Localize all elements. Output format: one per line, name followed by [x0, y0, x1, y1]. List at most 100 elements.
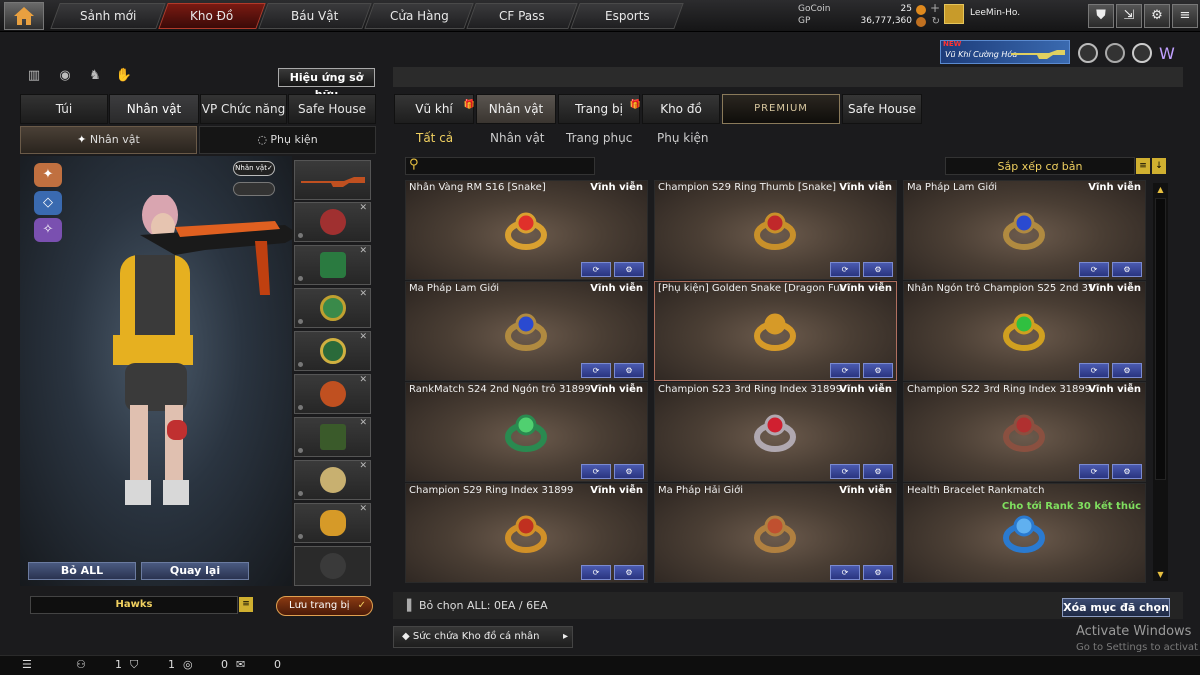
item-settings-icon[interactable]: ⚙ — [1112, 262, 1142, 277]
item-card[interactable]: Nhẫn Ngón trỏ Champion S25 2nd 31 Vĩnh vi… — [903, 281, 1146, 381]
close-icon[interactable]: ✕ — [359, 504, 367, 514]
item-card[interactable]: Ma Pháp Lam Giới Vĩnh viễn ⟳ ⚙ — [405, 281, 648, 381]
promo-banner[interactable]: NEW Vũ Khí Cường Hóa — [940, 40, 1070, 64]
left-tab-safe-house[interactable]: Safe House — [288, 94, 376, 124]
wing-icon[interactable]: ✧ — [34, 218, 62, 242]
item-card[interactable]: Health Bracelet Rankmatch Cho tới Rank 30… — [903, 483, 1146, 583]
gift-transfer-icon[interactable]: ⟳ — [1079, 262, 1109, 277]
item-card[interactable]: Champion S23 3rd Ring Index 31899 Vĩnh vi… — [654, 382, 897, 482]
event-icon-1[interactable] — [1078, 43, 1098, 63]
sort-direction-icon[interactable]: ↓ — [1152, 158, 1166, 174]
storage-capacity-button[interactable]: ◆ Sức chứa Kho đồ cá nhân ▸ — [393, 626, 573, 648]
equip-slot-7[interactable]: ✕ — [294, 460, 371, 500]
item-card[interactable]: Ma Pháp Lam Giới Vĩnh viễn ⟳ ⚙ — [903, 180, 1146, 280]
nav-tab-inventory[interactable]: Kho Đồ — [158, 3, 266, 29]
weapon-slot[interactable] — [294, 160, 371, 200]
menu-icon[interactable]: ≡ — [1172, 4, 1198, 28]
subtab-character[interactable]: ✦ Nhân vật — [20, 126, 197, 154]
close-icon[interactable]: ✕ — [359, 418, 367, 428]
pose-icon[interactable]: ♞ — [85, 68, 105, 86]
mask-icon[interactable]: ◇ — [34, 191, 62, 215]
scroll-up-icon[interactable]: ▲ — [1155, 184, 1166, 195]
exit-icon[interactable]: ⇲ — [1116, 4, 1142, 28]
item-settings-icon[interactable]: ⚙ — [614, 565, 644, 580]
save-loadout-button[interactable]: Lưu trang bị ✓ — [276, 596, 373, 616]
close-icon[interactable]: ✕ — [359, 332, 367, 342]
item-settings-icon[interactable]: ⚙ — [863, 262, 893, 277]
gift-transfer-icon[interactable]: ⟳ — [1079, 464, 1109, 479]
gift-transfer-icon[interactable]: ⟳ — [830, 565, 860, 580]
filter-all[interactable]: Tất cả — [416, 129, 453, 147]
character-toggle-badge[interactable]: Nhân vật✓ — [233, 161, 275, 176]
item-card[interactable]: [Phụ kiện] Golden Snake [Dragon Fur Vĩnh … — [654, 281, 897, 381]
equip-slot-1[interactable]: ✕ — [294, 202, 371, 242]
item-settings-icon[interactable]: ⚙ — [863, 464, 893, 479]
equip-slot-2[interactable]: ✕ — [294, 245, 371, 285]
right-tab-storage[interactable]: Kho đồ — [642, 94, 720, 124]
item-card[interactable]: Champion S29 Ring Index 31899 Vĩnh viễn ⟳ ⚙ — [405, 483, 648, 583]
back-button[interactable]: Quay lại — [141, 562, 249, 580]
list-icon[interactable]: ≡ — [239, 597, 253, 612]
right-tab-weapons[interactable]: Vũ khí 🎁 — [394, 94, 475, 124]
shield-icon[interactable]: ⛊ — [1088, 4, 1114, 28]
equip-slot-3[interactable]: ✕ — [294, 288, 371, 328]
gear-icon[interactable]: ⚙ — [1144, 4, 1170, 28]
team-icon[interactable]: ✦ — [34, 163, 62, 187]
effect-button[interactable]: Hiệu ứng sở hữu — [278, 68, 375, 101]
party-icon[interactable]: ⚇ — [76, 658, 86, 671]
refresh-icon[interactable]: ↻ — [932, 15, 940, 28]
item-settings-icon[interactable]: ⚙ — [614, 363, 644, 378]
chat-icon[interactable]: ◎ — [183, 658, 193, 671]
mail-icon[interactable]: ✉ — [236, 658, 245, 671]
gift-transfer-icon[interactable]: ⟳ — [581, 363, 611, 378]
filter-character[interactable]: Nhân vật — [490, 129, 545, 147]
clan-icon[interactable]: ⛉ — [130, 658, 138, 672]
left-tab-function-items[interactable]: VP Chức năng — [200, 94, 287, 124]
item-settings-icon[interactable]: ⚙ — [863, 363, 893, 378]
nav-tab-lobby[interactable]: Sảnh mới — [50, 3, 166, 29]
search-input[interactable] — [405, 157, 595, 175]
visibility-toggle[interactable] — [233, 182, 275, 196]
close-icon[interactable]: ✕ — [359, 461, 367, 471]
right-tab-premium[interactable]: PREMIUM — [722, 94, 840, 124]
right-tab-character[interactable]: Nhân vật — [476, 94, 556, 124]
add-coin-icon[interactable]: + — [930, 2, 940, 15]
left-tab-bag[interactable]: Túi — [20, 94, 108, 124]
close-icon[interactable]: ✕ — [359, 246, 367, 256]
sort-list-icon[interactable]: ≡ — [1136, 158, 1150, 174]
item-settings-icon[interactable]: ⚙ — [1112, 363, 1142, 378]
equip-slot-8[interactable]: ✕ — [294, 503, 371, 543]
left-tab-character[interactable]: Nhân vật — [109, 94, 199, 124]
equip-slot-5[interactable]: ✕ — [294, 374, 371, 414]
hand-icon[interactable]: ✋ — [114, 68, 134, 86]
close-icon[interactable]: ✕ — [359, 375, 367, 385]
scrollbar-thumb[interactable] — [1155, 198, 1166, 480]
item-card[interactable]: Champion S22 3rd Ring Index 31899 Vĩnh vi… — [903, 382, 1146, 482]
gift-transfer-icon[interactable]: ⟳ — [830, 363, 860, 378]
right-tab-equipment[interactable]: Trang bị 🎁 — [558, 94, 641, 124]
nav-tab-cf-pass[interactable]: CF Pass — [466, 3, 578, 29]
equip-slot-6[interactable]: ✕ — [294, 417, 371, 457]
filter-costume[interactable]: Trang phục — [566, 129, 632, 147]
w-logo-icon[interactable]: W — [1159, 44, 1175, 63]
item-settings-icon[interactable]: ⚙ — [614, 464, 644, 479]
user-box[interactable]: LeeMin-Ho. — [944, 4, 1074, 26]
gift-transfer-icon[interactable]: ⟳ — [830, 464, 860, 479]
event-icon-3[interactable] — [1132, 43, 1152, 63]
rotate-view-icon[interactable]: ◉ — [55, 68, 75, 86]
gift-transfer-icon[interactable]: ⟳ — [830, 262, 860, 277]
equip-slot-4[interactable]: ✕ — [294, 331, 371, 371]
nav-tab-treasure[interactable]: Báu Vật — [258, 3, 372, 29]
delete-selected-button[interactable]: Xóa mục đã chọn — [1062, 598, 1170, 617]
home-button[interactable] — [4, 2, 44, 30]
filter-accessory[interactable]: Phụ kiện — [657, 129, 709, 147]
scroll-down-icon[interactable]: ▼ — [1155, 569, 1166, 580]
item-settings-icon[interactable]: ⚙ — [1112, 464, 1142, 479]
item-card[interactable]: Ma Pháp Hải Giới Vĩnh viễn ⟳ ⚙ — [654, 483, 897, 583]
remove-all-button[interactable]: Bỏ ALL — [28, 562, 136, 580]
gift-transfer-icon[interactable]: ⟳ — [581, 464, 611, 479]
item-card[interactable]: RankMatch S24 2nd Ngón trỏ 31899 Vĩnh viễ… — [405, 382, 648, 482]
event-icon-2[interactable] — [1105, 43, 1125, 63]
subtab-accessory[interactable]: ◌ Phụ kiện — [199, 126, 376, 154]
item-settings-icon[interactable]: ⚙ — [863, 565, 893, 580]
